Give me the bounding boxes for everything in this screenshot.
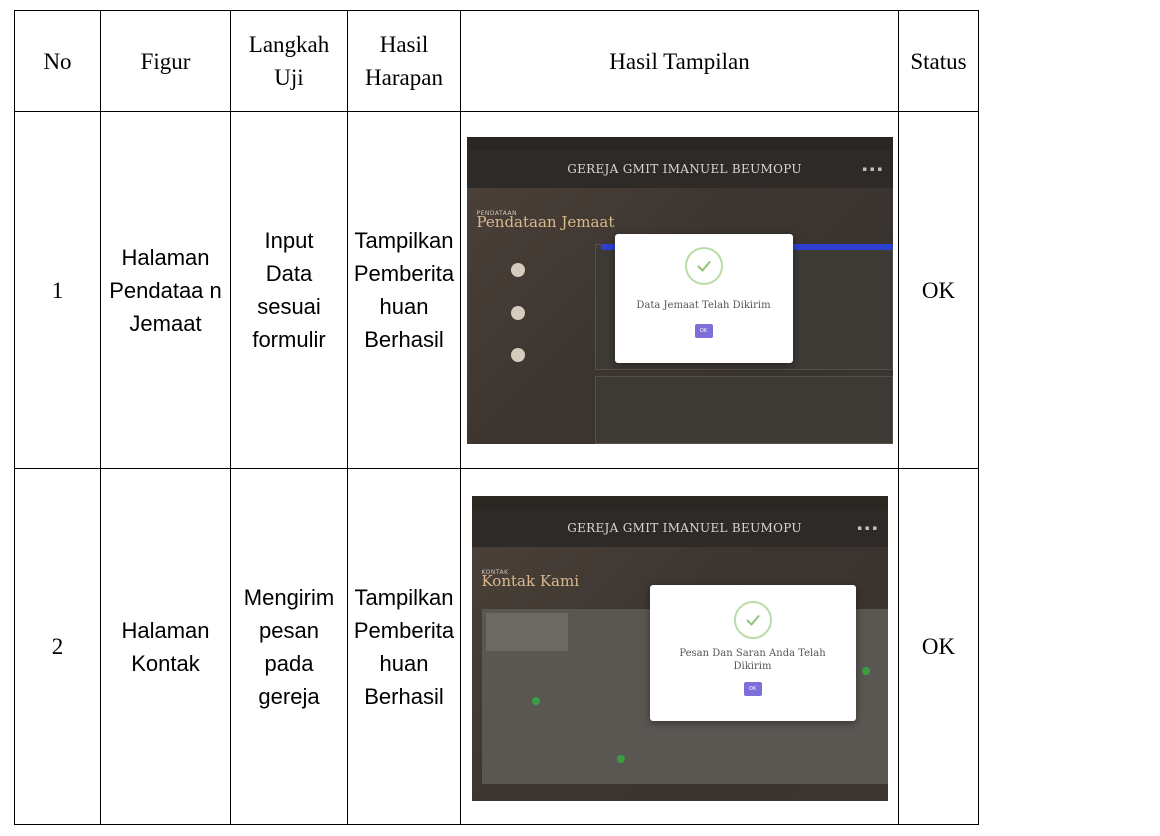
map-pin-icon [531, 697, 540, 705]
row-langkah-text: Input Data sesuai formulir [252, 228, 326, 352]
table-row: 1 Halaman Pendataa n Jemaat Input Data s… [14, 111, 979, 469]
checkmark-icon [684, 246, 723, 285]
row-hasil-harapan-text: Tampilkan Pemberita huan Berhasil [353, 584, 455, 709]
row-no: 2 [14, 468, 101, 825]
stat-icon [510, 262, 525, 277]
row-langkah-text: Mengirim pesan pada gereja [243, 584, 335, 709]
site-title: GEREJA GMIT IMANUEL BEUMOPU [567, 521, 802, 535]
modal-spacer [615, 285, 793, 299]
row-status: OK [898, 111, 979, 469]
row-no: 1 [14, 111, 101, 469]
modal-message: Data Jemaat Telah Dikirim [636, 299, 771, 311]
stat-icon [510, 347, 525, 362]
nav-links: ▪ ▪ ▪ [862, 164, 883, 173]
ok-button[interactable]: OK [694, 323, 713, 338]
success-modal: Data Jemaat Telah Dikirim OK [614, 233, 793, 363]
header-hasil-tampilan: Hasil Tampilan [460, 10, 899, 112]
header-figur: Figur [100, 10, 231, 112]
header-hasil-harapan-text: Hasil Harapan [365, 32, 443, 90]
screenshot-topbar [471, 496, 888, 509]
modal-message: Pesan Dan Saran Anda Telah Dikirim [679, 648, 826, 672]
row-figur: Halaman Pendataa n Jemaat [100, 111, 231, 469]
success-modal: Pesan Dan Saran Anda Telah Dikirim OK [649, 585, 856, 721]
screenshot-topbar [466, 136, 893, 150]
modal-spacer [650, 673, 856, 682]
row-hasil-harapan-text: Tampilkan Pemberita huan Berhasil [353, 228, 455, 352]
checkmark-icon [733, 601, 772, 639]
screenshot-navbar: GEREJA GMIT IMANUEL BEUMOPU ▪ ▪ ▪ [471, 509, 888, 547]
stat-icon [510, 305, 525, 320]
modal-spacer [615, 234, 793, 247]
screenshot-hero: PENDATAAN Pendataan Jemaat Data Jemaat T… [466, 187, 893, 444]
result-screenshot: GEREJA GMIT IMANUEL BEUMOPU ▪ ▪ ▪ PENDAT… [466, 136, 893, 444]
header-hasil-harapan: Hasil Harapan [347, 10, 461, 112]
header-row: No Figur Langkah Uji Hasil Harapan Hasil… [14, 10, 979, 112]
map-info-card [485, 613, 568, 651]
result-screenshot: GEREJA GMIT IMANUEL BEUMOPU ▪ ▪ ▪ KONTAK… [471, 496, 888, 801]
header-langkah-uji-text: Langkah Uji [248, 32, 330, 90]
row-langkah: Mengirim pesan pada gereja [230, 468, 348, 825]
row-figur-text: Halaman Pendataa n Jemaat [109, 244, 222, 336]
screenshot-wrapper: GEREJA GMIT IMANUEL BEUMOPU ▪ ▪ ▪ KONTAK… [461, 492, 898, 801]
map-pin-icon [616, 755, 625, 763]
modal-spacer [650, 585, 856, 601]
row-hasil-harapan: Tampilkan Pemberita huan Berhasil [347, 111, 461, 469]
page-title: Pendataan Jemaat [476, 212, 615, 231]
row-hasil-tampilan: GEREJA GMIT IMANUEL BEUMOPU ▪ ▪ ▪ KONTAK… [460, 468, 899, 825]
form-card-lower [594, 375, 893, 444]
row-status: OK [898, 468, 979, 825]
screenshot-wrapper: GEREJA GMIT IMANUEL BEUMOPU ▪ ▪ ▪ PENDAT… [461, 136, 898, 444]
header-no: No [14, 10, 101, 112]
row-hasil-harapan: Tampilkan Pemberita huan Berhasil [347, 468, 461, 825]
row-figur-text: Halaman Kontak [121, 617, 210, 676]
table-row: 2 Halaman Kontak Mengirim pesan pada ger… [14, 468, 979, 825]
page-title: Kontak Kami [481, 572, 580, 590]
test-results-table: No Figur Langkah Uji Hasil Harapan Hasil… [14, 10, 979, 825]
map-pin-icon [861, 667, 870, 675]
header-langkah-uji: Langkah Uji [230, 10, 348, 112]
header-status: Status [898, 10, 979, 112]
row-figur: Halaman Kontak [100, 468, 231, 825]
row-langkah: Input Data sesuai formulir [230, 111, 348, 469]
nav-links: ▪ ▪ ▪ [857, 524, 878, 532]
screenshot-navbar: GEREJA GMIT IMANUEL BEUMOPU ▪ ▪ ▪ [466, 149, 893, 188]
row-hasil-tampilan: GEREJA GMIT IMANUEL BEUMOPU ▪ ▪ ▪ PENDAT… [460, 111, 899, 469]
modal-spacer [615, 312, 793, 324]
ok-button[interactable]: OK [743, 682, 762, 696]
screenshot-hero: KONTAK Kontak Kami Pesan Dan Saran Anda … [471, 547, 888, 801]
site-title: GEREJA GMIT IMANUEL BEUMOPU [567, 161, 802, 176]
modal-spacer [650, 639, 856, 647]
